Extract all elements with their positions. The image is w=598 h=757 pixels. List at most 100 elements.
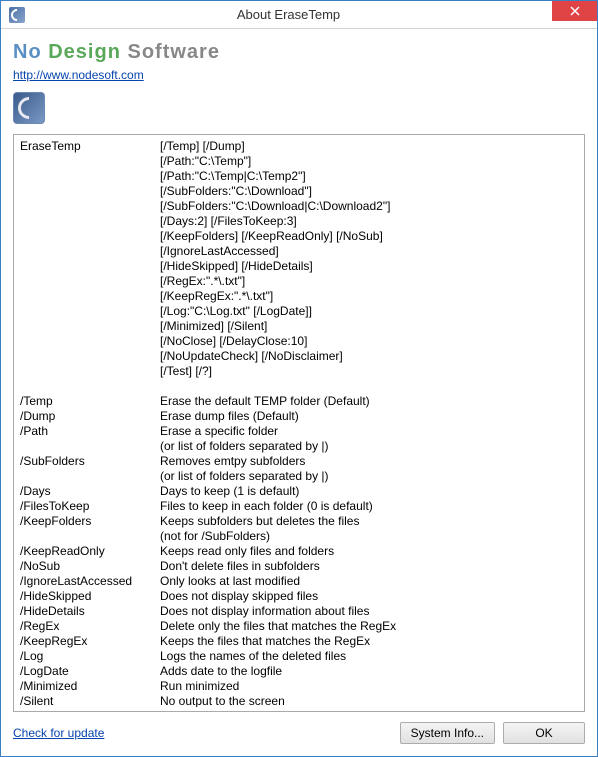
help-row: [/NoUpdateCheck] [/NoDisclaimer]: [18, 349, 578, 364]
help-row: /DaysDays to keep (1 is default): [18, 484, 578, 499]
help-row: [/SubFolders:"C:\Download|C:\Download2"]: [18, 199, 578, 214]
help-key: [18, 259, 160, 274]
titlebar[interactable]: About EraseTemp: [1, 1, 597, 29]
help-desc: Keeps subfolders but deletes the files: [160, 514, 578, 529]
help-row: [/SubFolders:"C:\Download"]: [18, 184, 578, 199]
help-row: /RegExDelete only the files that matches…: [18, 619, 578, 634]
help-key: [18, 169, 160, 184]
help-desc: Keeps the files that matches the RegEx: [160, 634, 578, 649]
help-key: /SubFolders: [18, 454, 160, 469]
company-logo: No Design Software: [13, 41, 585, 64]
help-key: /IgnoreLastAccessed: [18, 574, 160, 589]
help-key: /Temp: [18, 394, 160, 409]
help-desc: [/Temp] [/Dump]: [160, 139, 578, 154]
help-row: [/NoClose] [/DelayClose:10]: [18, 334, 578, 349]
help-desc: Keeps read only files and folders: [160, 544, 578, 559]
help-row: [/Path:"C:\Temp|C:\Temp2"]: [18, 169, 578, 184]
help-desc: [/KeepRegEx:".*\.txt"]: [160, 289, 578, 304]
help-desc: [/NoClose] [/DelayClose:10]: [160, 334, 578, 349]
system-info-button[interactable]: System Info...: [400, 722, 495, 744]
help-row: [/Path:"C:\Temp"]: [18, 154, 578, 169]
help-row: [/Days:2] [/FilesToKeep:3]: [18, 214, 578, 229]
help-desc: [/NoUpdateCheck] [/NoDisclaimer]: [160, 349, 578, 364]
help-desc: [/IgnoreLastAccessed]: [160, 244, 578, 259]
close-icon: [570, 6, 580, 16]
help-row: /NoSubDon't delete files in subfolders: [18, 559, 578, 574]
help-desc: Delete only the files that matches the R…: [160, 619, 578, 634]
help-row: /LogDateAdds date to the logfile: [18, 664, 578, 679]
help-text-scroll[interactable]: EraseTemp[/Temp] [/Dump][/Path:"C:\Temp"…: [18, 139, 580, 707]
logo-word: Design: [48, 41, 121, 63]
help-desc: [/SubFolders:"C:\Download|C:\Download2"]: [160, 199, 578, 214]
help-desc: [/Minimized] [/Silent]: [160, 319, 578, 334]
help-key: /KeepReadOnly: [18, 544, 160, 559]
help-row: /HideDetailsDoes not display information…: [18, 604, 578, 619]
help-desc: Files to keep in each folder (0 is defau…: [160, 499, 578, 514]
help-desc: Erase a specific folder: [160, 424, 578, 439]
help-key: [18, 379, 160, 394]
help-row: [/KeepFolders] [/KeepReadOnly] [/NoSub]: [18, 229, 578, 244]
logo-word: No: [13, 41, 42, 63]
help-row: /KeepReadOnlyKeeps read only files and f…: [18, 544, 578, 559]
help-key: [18, 244, 160, 259]
help-desc: Run minimized: [160, 679, 578, 694]
help-desc: (or list of folders separated by |): [160, 469, 578, 484]
help-desc: Logs the names of the deleted files: [160, 649, 578, 664]
help-key: /Path: [18, 424, 160, 439]
help-desc: [/SubFolders:"C:\Download"]: [160, 184, 578, 199]
help-desc: (not for /SubFolders): [160, 529, 578, 544]
help-desc: [/Path:"C:\Temp"]: [160, 154, 578, 169]
help-row: (or list of folders separated by |): [18, 469, 578, 484]
about-dialog: About EraseTemp No Design Software http:…: [0, 0, 598, 757]
app-icon-small: [9, 7, 25, 23]
help-key: /NoSub: [18, 559, 160, 574]
help-row: /MinimizedRun minimized: [18, 679, 578, 694]
ok-button[interactable]: OK: [503, 722, 585, 744]
logo-word: Software: [127, 41, 219, 63]
help-key: EraseTemp: [18, 139, 160, 154]
help-key: /LogDate: [18, 664, 160, 679]
website-link[interactable]: http://www.nodesoft.com: [13, 68, 585, 82]
help-row: /LogLogs the names of the deleted files: [18, 649, 578, 664]
help-key: [18, 334, 160, 349]
help-key: /HideSkipped: [18, 589, 160, 604]
close-button[interactable]: [552, 1, 597, 21]
button-bar: Check for update System Info... OK: [13, 712, 585, 744]
help-desc: [/RegEx:".*\.txt"]: [160, 274, 578, 289]
help-row: [/Minimized] [/Silent]: [18, 319, 578, 334]
help-row: /HideSkippedDoes not display skipped fil…: [18, 589, 578, 604]
help-key: [18, 319, 160, 334]
help-row: /IgnoreLastAccessedOnly looks at last mo…: [18, 574, 578, 589]
help-key: [18, 199, 160, 214]
help-desc: Removes emtpy subfolders: [160, 454, 578, 469]
help-key: [18, 214, 160, 229]
help-key: /RegEx: [18, 619, 160, 634]
help-row: [/Log:"C:\Log.txt" [/LogDate]]: [18, 304, 578, 319]
help-key: /Log: [18, 649, 160, 664]
help-desc: [/Log:"C:\Log.txt" [/LogDate]]: [160, 304, 578, 319]
help-key: /Silent: [18, 694, 160, 707]
help-key: /KeepFolders: [18, 514, 160, 529]
help-desc: Does not display skipped files: [160, 589, 578, 604]
help-row: [18, 379, 578, 394]
check-update-link[interactable]: Check for update: [13, 726, 104, 740]
help-desc: [/Days:2] [/FilesToKeep:3]: [160, 214, 578, 229]
help-row: (not for /SubFolders): [18, 529, 578, 544]
help-key: /Minimized: [18, 679, 160, 694]
help-desc: (or list of folders separated by |): [160, 439, 578, 454]
help-key: [18, 349, 160, 364]
help-key: /HideDetails: [18, 604, 160, 619]
help-desc: [/Path:"C:\Temp|C:\Temp2"]: [160, 169, 578, 184]
help-key: [18, 439, 160, 454]
help-desc: [/HideSkipped] [/HideDetails]: [160, 259, 578, 274]
help-desc: Only looks at last modified: [160, 574, 578, 589]
help-desc: Erase dump files (Default): [160, 409, 578, 424]
help-key: [18, 529, 160, 544]
help-row: /SilentNo output to the screen: [18, 694, 578, 707]
help-desc: [/KeepFolders] [/KeepReadOnly] [/NoSub]: [160, 229, 578, 244]
help-desc: No output to the screen: [160, 694, 578, 707]
help-key: /FilesToKeep: [18, 499, 160, 514]
help-desc: [/Test] [/?]: [160, 364, 578, 379]
help-row: /KeepRegExKeeps the files that matches t…: [18, 634, 578, 649]
help-row: /KeepFoldersKeeps subfolders but deletes…: [18, 514, 578, 529]
